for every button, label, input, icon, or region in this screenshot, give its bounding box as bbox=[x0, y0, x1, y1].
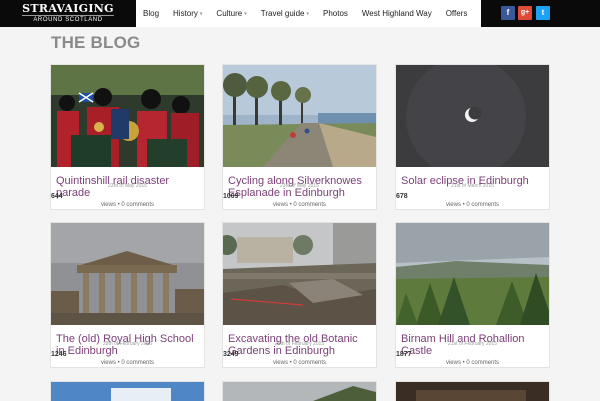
blog-card[interactable]: Cycling along Silverknowes Esplanade in … bbox=[222, 64, 377, 210]
nav-west-highland-way[interactable]: West Highland Way bbox=[355, 9, 439, 18]
post-date: 25th of February 2015 bbox=[274, 341, 325, 347]
blog-card[interactable]: Solar eclipse in Edinburgh 21st of March… bbox=[395, 64, 550, 210]
nav-label: Culture bbox=[216, 9, 243, 18]
site-logo[interactable]: STRAVAIGING AROUND SCOTLAND bbox=[0, 0, 136, 27]
post-thumbnail[interactable] bbox=[396, 223, 549, 325]
blog-card[interactable] bbox=[222, 381, 377, 401]
nav-label: Blog bbox=[143, 9, 160, 18]
chevron-down-icon: ▾ bbox=[244, 10, 247, 17]
post-date: 28th of February 2015 bbox=[102, 341, 153, 347]
post-thumbnail[interactable] bbox=[51, 65, 204, 167]
post-meta: views • 0 comments bbox=[272, 202, 327, 208]
view-count: 1246 bbox=[51, 351, 67, 358]
view-count: 1877 bbox=[396, 351, 412, 358]
nav-label: History bbox=[173, 9, 198, 18]
nav-label: Offers bbox=[445, 9, 468, 18]
page-title: THE BLOG bbox=[51, 33, 141, 52]
blog-card[interactable] bbox=[50, 381, 205, 401]
post-date: 21st of March 2015 bbox=[451, 183, 494, 189]
nav-blog[interactable]: Blog bbox=[136, 9, 166, 18]
chevron-down-icon: ▾ bbox=[306, 10, 309, 17]
blog-card[interactable]: Birnam Hill and Rohallion Castle 21st of… bbox=[395, 222, 550, 368]
blog-card[interactable]: The (old) Royal High School in Edinburgh… bbox=[50, 222, 205, 368]
nav-offers[interactable]: Offers bbox=[439, 9, 475, 18]
chevron-down-icon: ▾ bbox=[199, 10, 203, 17]
nav-label: Travel guide bbox=[260, 9, 305, 18]
nav-culture[interactable]: Culture ▾ bbox=[209, 9, 253, 18]
view-count: 3249 bbox=[223, 351, 239, 358]
twitter-icon[interactable]: t bbox=[536, 6, 550, 20]
blog-card[interactable]: Quintinshill rail disaster parade 23rd o… bbox=[50, 64, 205, 210]
post-thumbnail[interactable] bbox=[223, 65, 376, 167]
post-meta: views • 0 comments bbox=[272, 360, 327, 366]
view-count: 678 bbox=[396, 193, 408, 200]
google-plus-icon[interactable]: g+ bbox=[518, 6, 532, 20]
post-thumbnail[interactable] bbox=[223, 223, 376, 325]
blog-card[interactable] bbox=[395, 381, 550, 401]
post-thumbnail[interactable] bbox=[396, 382, 549, 401]
view-count: 644 bbox=[51, 193, 63, 200]
nav-history[interactable]: History ▾ bbox=[166, 9, 209, 18]
view-count: 1009 bbox=[223, 193, 239, 200]
post-meta: views • 0 comments bbox=[100, 360, 155, 366]
facebook-icon[interactable]: f bbox=[501, 6, 515, 20]
post-meta: views • 0 comments bbox=[445, 360, 500, 366]
logo-subtext: AROUND SCOTLAND bbox=[22, 15, 114, 25]
post-date: 23rd of May 2015 bbox=[280, 183, 319, 189]
post-thumbnail[interactable] bbox=[51, 223, 204, 325]
post-thumbnail[interactable] bbox=[51, 382, 204, 401]
logo-text: STRAVAIGING bbox=[22, 2, 114, 15]
post-date: 21st of February 2015 bbox=[448, 341, 497, 347]
blog-card[interactable]: Excavating the old Botanic Gardens in Ed… bbox=[222, 222, 377, 368]
main-menu: Blog History ▾ Culture ▾ Travel guide ▾ Pho… bbox=[136, 0, 474, 27]
nav-travel-guide[interactable]: Travel guide ▾ bbox=[254, 9, 316, 18]
post-meta: views • 0 comments bbox=[100, 202, 155, 208]
post-date: 23rd of May 2015 bbox=[108, 183, 147, 189]
nav-label: West Highland Way bbox=[361, 9, 432, 18]
nav-photos[interactable]: Photos bbox=[316, 9, 355, 18]
nav-label: Photos bbox=[322, 9, 348, 18]
post-meta: views • 0 comments bbox=[445, 202, 500, 208]
post-thumbnail[interactable] bbox=[223, 382, 376, 401]
post-thumbnail[interactable] bbox=[396, 65, 549, 167]
